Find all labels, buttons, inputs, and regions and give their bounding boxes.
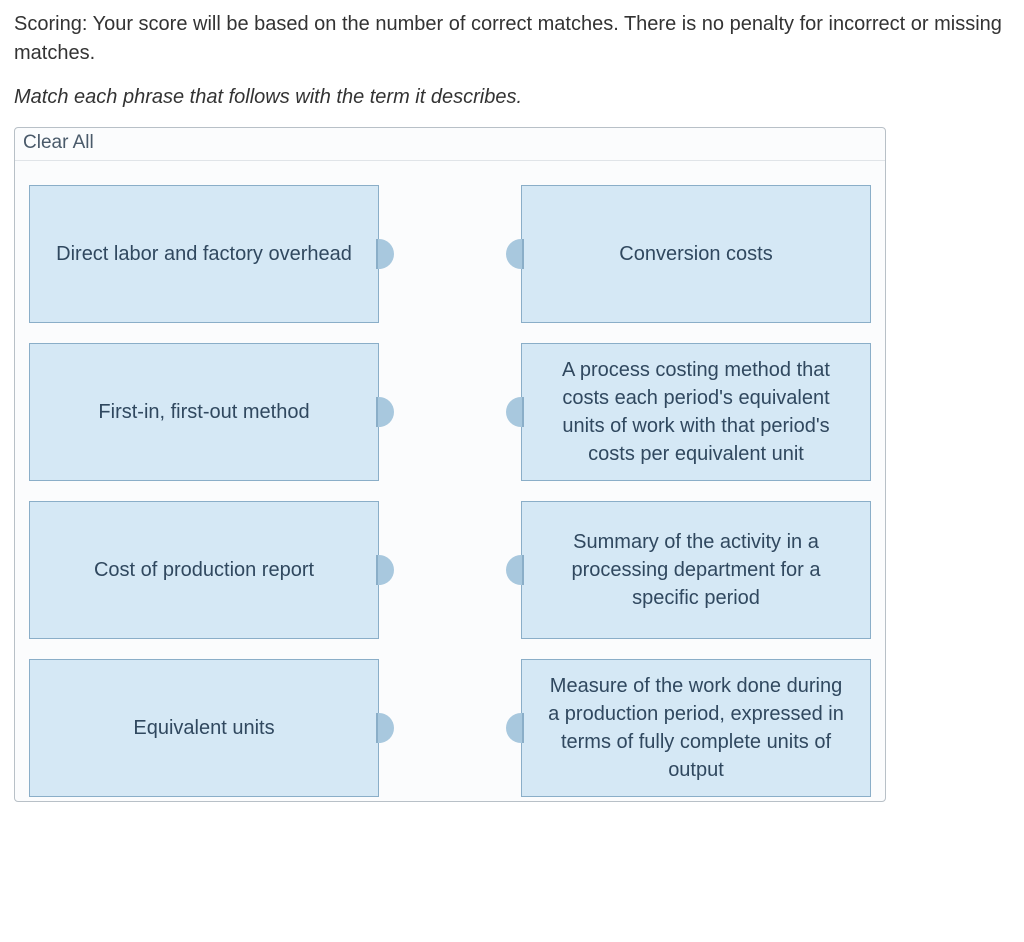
term-card[interactable]: First-in, first-out method bbox=[29, 343, 379, 481]
left-column: Direct labor and factory overhead First-… bbox=[29, 185, 379, 797]
matching-columns: Direct labor and factory overhead First-… bbox=[15, 161, 885, 801]
definition-card[interactable]: A process costing method that costs each… bbox=[521, 343, 871, 481]
right-column: Conversion costs A process costing metho… bbox=[521, 185, 871, 797]
instructions-text: Match each phrase that follows with the … bbox=[14, 86, 1010, 109]
term-card[interactable]: Cost of production report bbox=[29, 501, 379, 639]
definition-label: Measure of the work done during a produc… bbox=[540, 672, 852, 784]
term-card[interactable]: Equivalent units bbox=[29, 659, 379, 797]
clear-all-button[interactable]: Clear All bbox=[23, 132, 94, 154]
term-label: First-in, first-out method bbox=[98, 398, 309, 426]
connector-space bbox=[379, 185, 521, 797]
matching-header: Clear All bbox=[15, 128, 885, 161]
definition-card[interactable]: Summary of the activity in a processing … bbox=[521, 501, 871, 639]
definition-label: Conversion costs bbox=[615, 240, 776, 268]
term-label: Direct labor and factory overhead bbox=[56, 240, 352, 268]
scoring-text: Scoring: Your score will be based on the… bbox=[14, 10, 1010, 68]
term-card[interactable]: Direct labor and factory overhead bbox=[29, 185, 379, 323]
term-label: Equivalent units bbox=[133, 714, 274, 742]
term-label: Cost of production report bbox=[94, 556, 314, 584]
definition-card[interactable]: Conversion costs bbox=[521, 185, 871, 323]
definition-label: Summary of the activity in a processing … bbox=[540, 528, 852, 612]
matching-container: Clear All Direct labor and factory overh… bbox=[14, 127, 886, 802]
definition-label: A process costing method that costs each… bbox=[540, 356, 852, 468]
definition-card[interactable]: Measure of the work done during a produc… bbox=[521, 659, 871, 797]
